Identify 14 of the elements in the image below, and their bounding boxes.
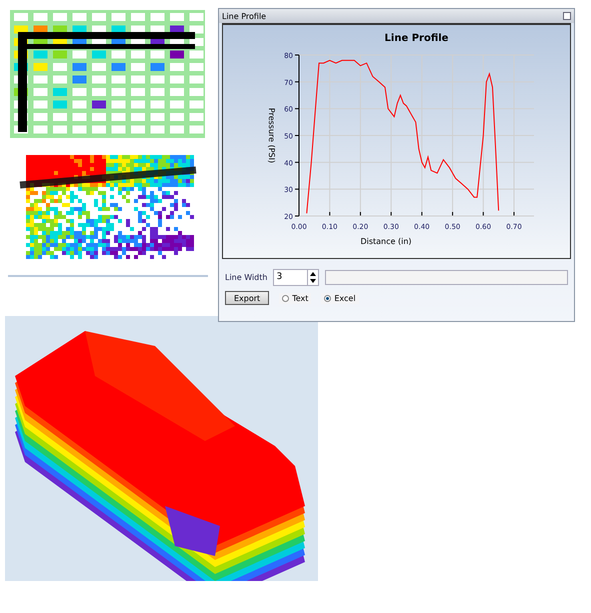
window-title: Line Profile — [222, 12, 266, 20]
spinner-icon[interactable] — [307, 270, 318, 285]
text-field[interactable] — [325, 270, 568, 285]
chart-title: Line Profile — [384, 33, 448, 44]
line-width-field[interactable]: 3 — [273, 269, 320, 286]
y-axis-label: Pressure (PSI) — [267, 108, 276, 164]
line-width-label: Line Width — [225, 273, 268, 282]
radio-icon[interactable] — [324, 294, 332, 302]
x-axis-label: Distance (in) — [360, 237, 412, 246]
radio-option[interactable]: Excel — [321, 292, 359, 304]
export-button[interactable]: Export — [225, 291, 270, 305]
radio-icon[interactable] — [282, 294, 290, 302]
restore-icon[interactable] — [563, 12, 571, 20]
radio-option[interactable]: Text — [279, 292, 312, 304]
